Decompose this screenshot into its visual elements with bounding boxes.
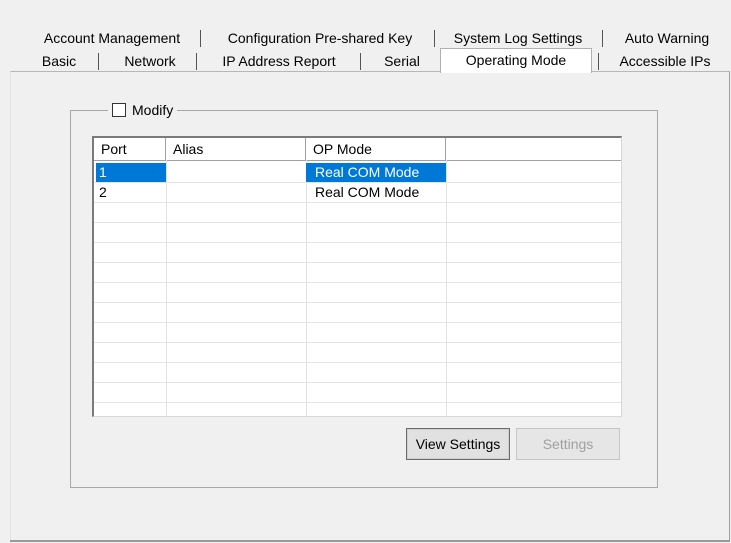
port-mode-list[interactable]: Port Alias OP Mode 1 Real COM Mode 2 Rea… — [92, 136, 622, 417]
tab-row-top: Account Management Configuration Pre-sha… — [0, 27, 731, 49]
cell-alias — [166, 163, 306, 182]
column-header-extra[interactable] — [446, 138, 621, 160]
modify-checkbox[interactable] — [112, 103, 126, 117]
tab-row-bottom: Basic Network IP Address Report Serial O… — [0, 48, 731, 73]
grid-line — [94, 382, 621, 383]
tab-separator — [360, 53, 361, 70]
cell-alias — [166, 183, 306, 202]
tab-accessible-ips[interactable]: Accessible IPs — [606, 50, 724, 72]
panel-bottom-border — [10, 540, 730, 542]
modify-label[interactable]: Modify — [132, 102, 173, 118]
tab-configuration-pre-shared-key[interactable]: Configuration Pre-shared Key — [214, 27, 426, 49]
column-header-alias[interactable]: Alias — [166, 138, 306, 160]
tab-ip-address-report[interactable]: IP Address Report — [204, 50, 354, 72]
grid-line — [94, 402, 621, 403]
cell-op-mode: Real COM Mode — [315, 184, 420, 200]
tab-serial[interactable]: Serial — [370, 50, 434, 72]
view-settings-button[interactable]: View Settings — [406, 428, 510, 460]
grid-line — [94, 282, 621, 283]
tab-separator — [196, 53, 197, 70]
cell-port: 2 — [99, 184, 107, 200]
settings-button[interactable]: Settings — [516, 428, 620, 460]
cell-port: 1 — [96, 163, 166, 182]
grid-line — [94, 222, 621, 223]
tab-separator — [98, 53, 99, 70]
table-row-port-2[interactable]: 2 Real COM Mode — [94, 183, 621, 202]
cell-op-mode: Real COM Mode — [306, 163, 446, 182]
list-header: Port Alias OP Mode — [94, 138, 621, 161]
tab-separator — [434, 30, 435, 47]
table-row-port-1[interactable]: 1 Real COM Mode — [94, 163, 621, 182]
column-header-port[interactable]: Port — [94, 138, 166, 160]
grid-line — [94, 362, 621, 363]
tab-separator — [598, 53, 599, 70]
column-header-op-mode[interactable]: OP Mode — [306, 138, 446, 160]
tab-account-management[interactable]: Account Management — [34, 27, 190, 49]
grid-line — [94, 302, 621, 303]
tab-separator — [602, 30, 603, 47]
tab-basic[interactable]: Basic — [33, 50, 85, 72]
tab-operating-mode[interactable]: Operating Mode — [440, 48, 592, 73]
grid-line — [94, 202, 621, 203]
grid-line — [94, 342, 621, 343]
tab-network[interactable]: Network — [112, 50, 188, 72]
tab-auto-warning[interactable]: Auto Warning — [614, 27, 720, 49]
grid-line — [94, 242, 621, 243]
modify-legend: Modify — [108, 100, 178, 120]
grid-line — [94, 262, 621, 263]
tab-system-log-settings[interactable]: System Log Settings — [444, 27, 592, 49]
grid-line — [94, 322, 621, 323]
tab-separator — [200, 30, 201, 47]
